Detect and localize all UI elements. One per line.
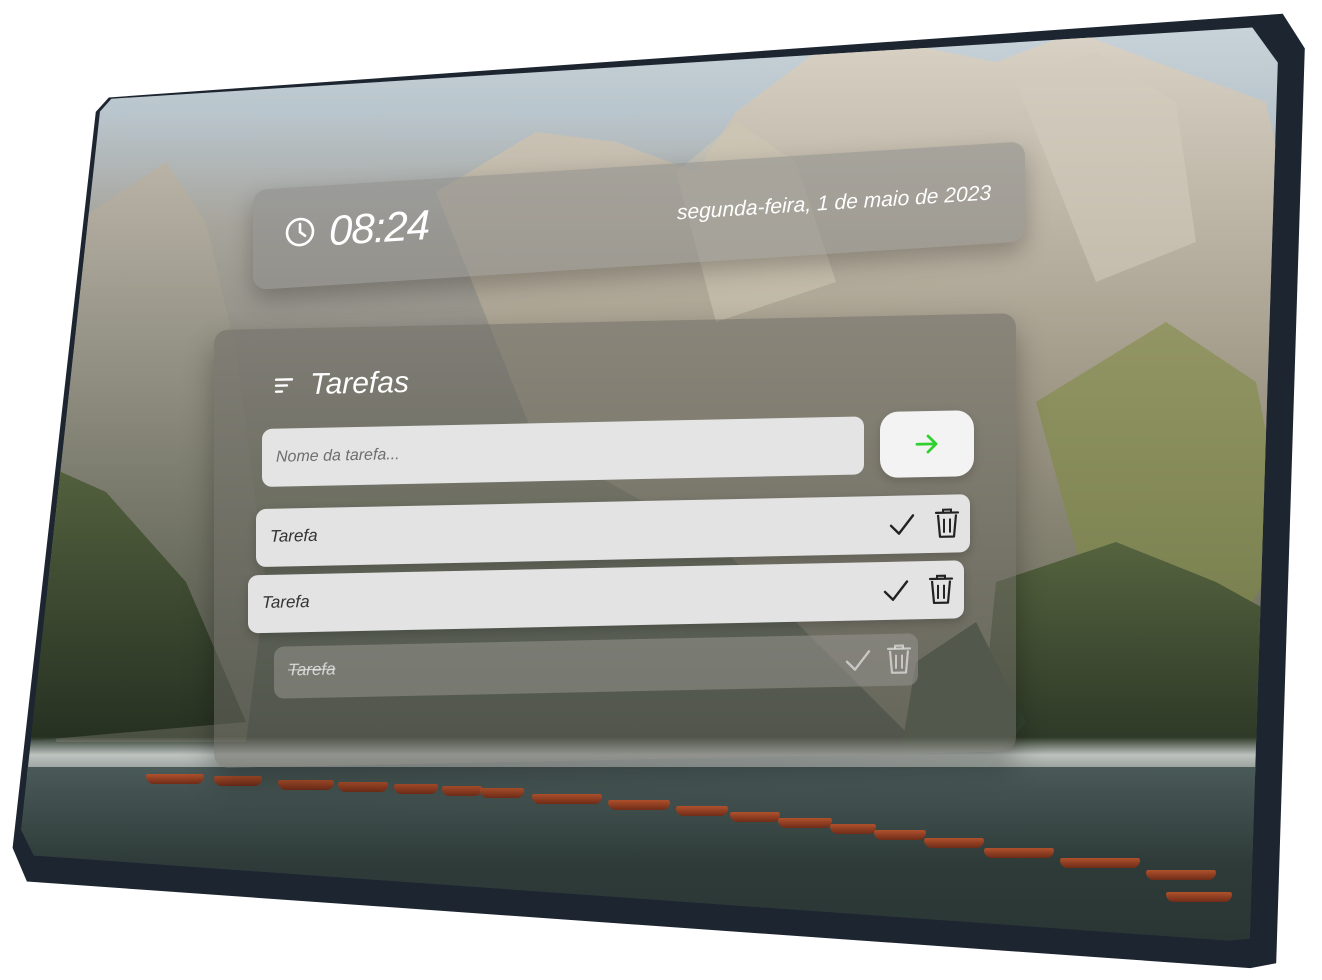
- add-task-button[interactable]: [880, 410, 974, 479]
- trash-icon[interactable]: [886, 642, 912, 675]
- arrow-right-icon: [915, 434, 938, 454]
- check-icon[interactable]: [888, 510, 916, 539]
- stage: 08:24 segunda-feira, 1 de maio de 2023 T…: [0, 0, 1322, 980]
- boat: [874, 830, 926, 840]
- boat: [1060, 858, 1140, 868]
- boat: [778, 818, 832, 828]
- clock-date: segunda-feira, 1 de maio de 2023: [676, 181, 991, 225]
- task-label: Tarefa: [288, 659, 336, 680]
- clock-time: 08:24: [329, 200, 430, 255]
- task-label: Tarefa: [270, 525, 318, 546]
- boat: [924, 838, 984, 848]
- list-icon: [274, 378, 294, 393]
- boat: [394, 784, 438, 794]
- boat: [608, 800, 670, 810]
- task-label: Tarefa: [262, 591, 310, 612]
- task-item: Tarefa: [248, 560, 964, 634]
- check-icon[interactable]: [844, 646, 872, 675]
- clock-icon: [285, 217, 315, 247]
- tasks-header: Tarefas: [274, 366, 409, 403]
- trash-icon[interactable]: [928, 572, 954, 605]
- tasks-panel: Tarefas Tarefa: [214, 313, 1016, 768]
- new-task-row: [262, 410, 982, 493]
- boat: [278, 780, 334, 790]
- boat: [442, 786, 482, 796]
- boat: [730, 812, 780, 822]
- task-name-input[interactable]: [262, 416, 864, 487]
- boat: [984, 848, 1054, 858]
- check-icon[interactable]: [882, 576, 910, 605]
- task-item: Tarefa: [256, 494, 970, 568]
- task-item-completed: Tarefa: [274, 633, 918, 699]
- boat: [830, 824, 876, 834]
- boat: [532, 794, 602, 804]
- trash-icon[interactable]: [934, 506, 960, 539]
- tasks-title: Tarefas: [310, 365, 409, 401]
- boat: [146, 774, 204, 784]
- boat: [214, 776, 262, 786]
- boat: [676, 806, 728, 816]
- boat: [1146, 870, 1216, 880]
- boat: [480, 788, 524, 798]
- boat: [338, 782, 388, 792]
- boat: [1166, 892, 1232, 902]
